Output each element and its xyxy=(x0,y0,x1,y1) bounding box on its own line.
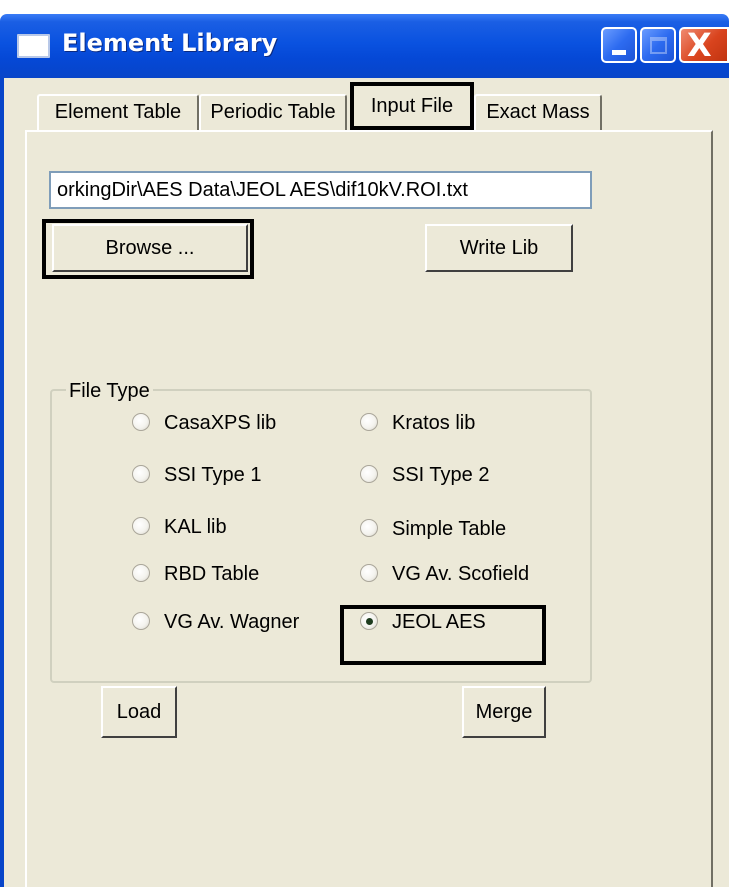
window-title: Element Library xyxy=(62,29,278,57)
radio-label: Kratos lib xyxy=(392,412,476,434)
window-icon xyxy=(17,34,50,58)
radio-label: RBD Table xyxy=(164,563,260,585)
radio-button-icon xyxy=(360,519,378,537)
radio-label: VG Av. Wagner xyxy=(164,611,300,633)
radio-button-selected-icon xyxy=(360,612,378,630)
minimize-button[interactable] xyxy=(601,27,637,63)
minimize-icon xyxy=(612,50,626,55)
close-button[interactable]: X xyxy=(679,27,729,63)
tab-input-file[interactable]: Input File xyxy=(350,82,474,130)
radio-label: SSI Type 1 xyxy=(164,464,262,486)
radio-label: CasaXPS lib xyxy=(164,412,277,434)
radio-label: SSI Type 2 xyxy=(392,464,490,486)
radio-label: VG Av. Scofield xyxy=(392,563,530,585)
write-lib-button[interactable]: Write Lib xyxy=(425,224,573,272)
element-library-window: Element Library X Element Table Periodic… xyxy=(0,14,729,887)
window-frame: Element Table Periodic Table Exact Mass … xyxy=(0,78,729,887)
radio-button-icon xyxy=(360,413,378,431)
browse-button[interactable]: Browse ... xyxy=(52,224,248,272)
close-icon: X xyxy=(687,26,712,64)
maximize-button[interactable] xyxy=(640,27,676,63)
load-button[interactable]: Load xyxy=(101,686,177,738)
radio-label: Simple Table xyxy=(392,518,507,540)
radio-button-icon xyxy=(132,465,150,483)
radio-button-icon xyxy=(132,517,150,535)
radio-button-icon xyxy=(132,564,150,582)
radio-button-icon xyxy=(360,564,378,582)
radio-button-icon xyxy=(132,612,150,630)
title-bar[interactable]: Element Library X xyxy=(0,14,729,78)
radio-button-icon xyxy=(132,413,150,431)
merge-button[interactable]: Merge xyxy=(462,686,546,738)
radio-label: KAL lib xyxy=(164,516,227,538)
tab-exact-mass[interactable]: Exact Mass xyxy=(474,94,602,130)
radio-label: JEOL AES xyxy=(392,611,486,633)
file-path-input[interactable]: orkingDir\AES Data\JEOL AES\dif10kV.ROI.… xyxy=(49,171,592,209)
file-type-legend: File Type xyxy=(66,379,153,403)
radio-button-icon xyxy=(360,465,378,483)
client-area: Element Table Periodic Table Exact Mass … xyxy=(4,78,729,887)
maximize-icon xyxy=(650,37,667,54)
tab-periodic-table[interactable]: Periodic Table xyxy=(199,94,347,130)
tab-element-table[interactable]: Element Table xyxy=(37,94,199,130)
